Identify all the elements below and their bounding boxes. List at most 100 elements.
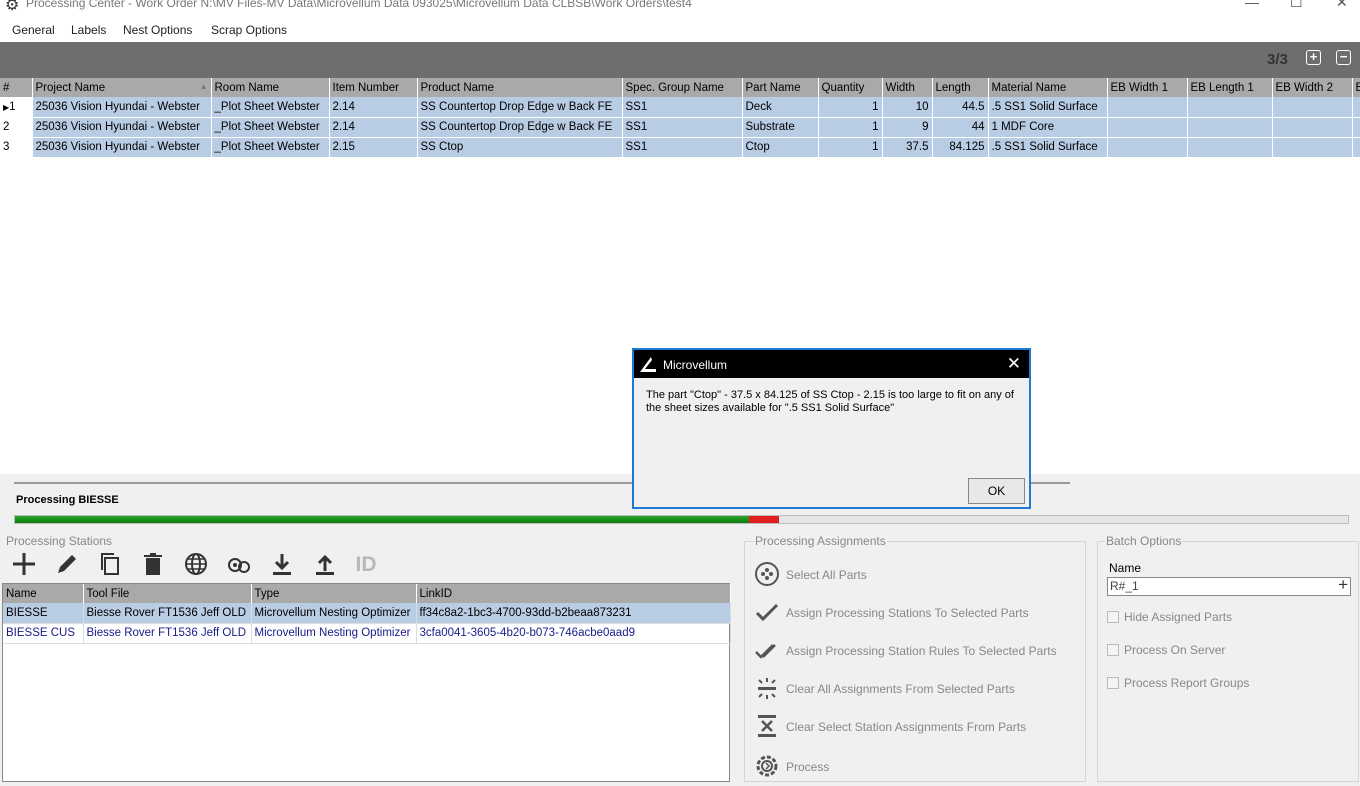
- cell-name[interactable]: BIESSE CUS: [3, 623, 84, 644]
- globe-icon[interactable]: [182, 551, 210, 579]
- cell-project[interactable]: 25036 Vision Hyundai - Webster: [32, 137, 212, 158]
- cell-eb-width-1[interactable]: [1107, 117, 1188, 138]
- column-header[interactable]: EB Width 1: [1107, 78, 1188, 97]
- cell-room[interactable]: _Plot Sheet Webster: [211, 137, 330, 158]
- column-header[interactable]: Width: [882, 78, 933, 97]
- edit-pencil-icon[interactable]: [53, 551, 81, 579]
- column-header[interactable]: EB Width 2: [1272, 78, 1353, 97]
- table-row[interactable]: ▶1 25036 Vision Hyundai - Webster _Plot …: [0, 97, 1360, 118]
- cell-eb-width-2[interactable]: [1272, 97, 1353, 118]
- cell-product[interactable]: SS Ctop: [417, 137, 623, 158]
- checkbox-box[interactable]: [1107, 677, 1119, 689]
- table-row[interactable]: 2 25036 Vision Hyundai - Webster _Plot S…: [0, 117, 1360, 138]
- cell-room[interactable]: _Plot Sheet Webster: [211, 97, 330, 118]
- cell-product[interactable]: SS Countertop Drop Edge w Back FE: [417, 97, 623, 118]
- cell-length[interactable]: 44.5: [932, 97, 989, 118]
- cell-room[interactable]: _Plot Sheet Webster: [211, 117, 330, 138]
- cell-project[interactable]: 25036 Vision Hyundai - Webster: [32, 117, 212, 138]
- cell-type[interactable]: Microvellum Nesting Optimizer: [251, 623, 417, 644]
- column-header[interactable]: Quantity: [818, 78, 883, 97]
- cell-part[interactable]: Deck: [742, 97, 819, 118]
- column-header[interactable]: Product Name: [417, 78, 623, 97]
- column-header[interactable]: Length: [932, 78, 989, 97]
- cell-material[interactable]: 1 MDF Core: [988, 117, 1108, 138]
- add-icon[interactable]: +: [1306, 50, 1321, 65]
- batch-name-field[interactable]: R#_1 +: [1107, 575, 1351, 596]
- menu-general[interactable]: General: [12, 23, 55, 37]
- column-header[interactable]: Part Name: [742, 78, 819, 97]
- cell-product[interactable]: SS Countertop Drop Edge w Back FE: [417, 117, 623, 138]
- column-header[interactable]: Spec. Group Name: [622, 78, 743, 97]
- cell-tool[interactable]: Biesse Rover FT1536 Jeff OLD: [83, 603, 252, 624]
- dialog-close-icon[interactable]: ✕: [1007, 354, 1021, 374]
- cell-extra[interactable]: [1352, 97, 1360, 118]
- add-station-icon[interactable]: [10, 551, 38, 579]
- checkbox-box[interactable]: [1107, 644, 1119, 656]
- cell-item[interactable]: 2.14: [329, 97, 418, 118]
- cell-qty[interactable]: 1: [818, 97, 883, 118]
- cell-spec[interactable]: SS1: [622, 117, 743, 138]
- cell-spec[interactable]: SS1: [622, 137, 743, 158]
- cell-link[interactable]: 3cfa0041-3605-4b20-b073-746acbe0aad9: [416, 623, 731, 644]
- checkbox-box[interactable]: [1107, 611, 1119, 623]
- id-button[interactable]: ID: [352, 551, 380, 579]
- cell-part[interactable]: Substrate: [742, 117, 819, 138]
- cell-spec[interactable]: SS1: [622, 97, 743, 118]
- cell-width[interactable]: 10: [882, 97, 933, 118]
- cell-extra[interactable]: [1352, 117, 1360, 138]
- cell-qty[interactable]: 1: [818, 137, 883, 158]
- column-header[interactable]: Type: [251, 584, 417, 603]
- maximize-button[interactable]: ☐: [1290, 0, 1303, 11]
- download-icon[interactable]: [268, 551, 296, 579]
- cell-tool[interactable]: Biesse Rover FT1536 Jeff OLD: [83, 623, 252, 644]
- menu-labels[interactable]: Labels: [71, 23, 106, 37]
- remove-icon[interactable]: −: [1336, 50, 1351, 65]
- cell-length[interactable]: 44: [932, 117, 989, 138]
- cell-length[interactable]: 84.125: [932, 137, 989, 158]
- cell-part[interactable]: Ctop: [742, 137, 819, 158]
- menu-nest-options[interactable]: Nest Options: [123, 23, 192, 37]
- upload-icon[interactable]: [311, 551, 339, 579]
- ok-button[interactable]: OK: [968, 478, 1025, 504]
- cell-width[interactable]: 9: [882, 117, 933, 138]
- table-row[interactable]: 3 25036 Vision Hyundai - Webster _Plot S…: [0, 137, 1360, 158]
- cell-name[interactable]: BIESSE: [3, 603, 84, 624]
- cell-material[interactable]: .5 SS1 Solid Surface: [988, 97, 1108, 118]
- cell-eb-width-1[interactable]: [1107, 97, 1188, 118]
- cell-type[interactable]: Microvellum Nesting Optimizer: [251, 603, 417, 624]
- column-header[interactable]: Item Number: [329, 78, 418, 97]
- column-header[interactable]: #: [0, 78, 33, 97]
- row-number[interactable]: 2: [0, 117, 33, 138]
- column-header[interactable]: Project Name ▲: [32, 78, 212, 97]
- row-number[interactable]: 3: [0, 137, 33, 158]
- menu-scrap-options[interactable]: Scrap Options: [211, 23, 287, 37]
- cell-extra[interactable]: [1352, 137, 1360, 158]
- cell-eb-length-1[interactable]: [1187, 137, 1273, 158]
- cell-eb-width-1[interactable]: [1107, 137, 1188, 158]
- cell-qty[interactable]: 1: [818, 117, 883, 138]
- column-header[interactable]: Material Name: [988, 78, 1108, 97]
- cell-project[interactable]: 25036 Vision Hyundai - Webster: [32, 97, 212, 118]
- cell-eb-width-2[interactable]: [1272, 117, 1353, 138]
- table-row[interactable]: BIESSE CUS Biesse Rover FT1536 Jeff OLD …: [3, 623, 731, 644]
- cell-eb-length-1[interactable]: [1187, 117, 1273, 138]
- cell-link[interactable]: ff34c8a2-1bc3-4700-93dd-b2beaa873231: [416, 603, 731, 624]
- cell-item[interactable]: 2.15: [329, 137, 418, 158]
- close-window-button[interactable]: ✕: [1336, 0, 1348, 11]
- minimize-button[interactable]: —: [1245, 0, 1259, 10]
- cell-item[interactable]: 2.14: [329, 117, 418, 138]
- delete-trash-icon[interactable]: [139, 551, 167, 579]
- column-header[interactable]: E: [1352, 78, 1360, 97]
- row-number[interactable]: ▶1: [0, 97, 33, 118]
- column-header[interactable]: LinkID: [416, 584, 731, 603]
- add-batch-icon[interactable]: +: [1338, 575, 1348, 595]
- cell-eb-width-2[interactable]: [1272, 137, 1353, 158]
- cell-eb-length-1[interactable]: [1187, 97, 1273, 118]
- column-header[interactable]: Name: [3, 584, 84, 603]
- table-row[interactable]: BIESSE Biesse Rover FT1536 Jeff OLD Micr…: [3, 603, 731, 624]
- column-header[interactable]: Tool File: [83, 584, 252, 603]
- cell-material[interactable]: .5 SS1 Solid Surface: [988, 137, 1108, 158]
- column-header[interactable]: Room Name: [211, 78, 330, 97]
- column-header[interactable]: EB Length 1: [1187, 78, 1273, 97]
- rules-icon[interactable]: [225, 551, 253, 579]
